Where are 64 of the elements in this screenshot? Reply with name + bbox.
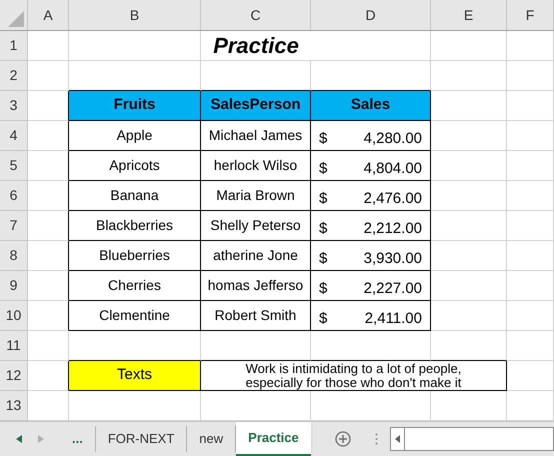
fruit-name: Apricots [109,156,160,175]
sheet-title: Practice [213,32,299,60]
wrapped-text-line: especially for those who don't make it [246,376,462,390]
row-header[interactable]: 2 [0,61,28,91]
column-title: Fruits [114,95,156,116]
sales-amount: 4,280.00 [364,129,422,150]
drag-handle-icon[interactable] [374,433,378,445]
column-title: SalesPerson [210,95,301,116]
more-sheets-button[interactable]: ... [60,426,96,452]
fruit-name: Cherries [108,276,161,295]
column-header[interactable]: C [201,0,311,30]
row-header[interactable]: 1 [0,31,28,61]
column-header[interactable]: A [28,0,69,30]
currency-symbol: $ [319,219,328,240]
salesperson-name: herlock Wilso [214,156,298,175]
row-header[interactable]: 7 [0,211,28,241]
currency-symbol: $ [319,189,328,210]
row-header[interactable]: 4 [0,121,28,151]
sales-amount: 2,411.00 [364,309,422,330]
currency-symbol: $ [319,129,328,150]
currency-symbol: $ [319,249,328,270]
row-header[interactable]: 12 [0,361,28,391]
fruit-name: Banana [110,186,159,205]
horizontal-scrollbar[interactable] [390,427,554,451]
row-header[interactable]: 5 [0,151,28,181]
scroll-left-icon[interactable] [394,435,400,443]
row-header[interactable]: 11 [0,331,28,361]
fruit-name: Blackberries [96,216,174,235]
fruit-name: Blueberries [99,246,170,265]
sheet-tab[interactable]: FOR-NEXT [96,426,188,452]
select-all-icon[interactable] [8,11,24,27]
fruit-name: Apple [116,126,152,145]
row-header[interactable]: 3 [0,91,28,121]
sales-amount: 2,212.00 [364,219,422,240]
salesperson-name: Michael James [208,126,302,145]
currency-symbol: $ [319,279,328,300]
sales-amount: 2,476.00 [364,189,422,210]
sales-amount: 3,930.00 [364,249,422,270]
column-header[interactable]: B [69,0,201,30]
currency-symbol: $ [319,159,328,180]
column-title: Sales [350,95,390,116]
salesperson-name: Robert Smith [214,306,296,325]
salesperson-name: Shelly Peterso [210,216,301,235]
currency-symbol: $ [319,309,328,330]
scroll-left-icon[interactable] [16,435,22,443]
wrapped-text-line: Work is intimidating to a lot of people, [246,362,462,376]
column-header[interactable]: E [431,0,507,30]
label-text: Texts [116,365,152,386]
salesperson-name: homas Jefferso [208,276,304,295]
sales-amount: 4,804.00 [364,159,422,180]
add-sheet-icon[interactable] [334,431,351,447]
fruit-name: Clementine [99,306,170,325]
row-header[interactable]: 9 [0,271,28,301]
column-header[interactable]: F [507,0,554,30]
sheet-tab[interactable]: Practice [236,422,311,456]
row-header[interactable]: 10 [0,301,28,331]
salesperson-name: Maria Brown [216,186,295,205]
sales-amount: 2,227.00 [364,279,422,300]
row-header[interactable]: 8 [0,241,28,271]
salesperson-name: atherine Jone [213,246,298,265]
column-header[interactable]: D [311,0,431,30]
row-header[interactable]: 13 [0,391,28,421]
row-header[interactable]: 6 [0,181,28,211]
scroll-right-icon[interactable] [38,435,44,443]
